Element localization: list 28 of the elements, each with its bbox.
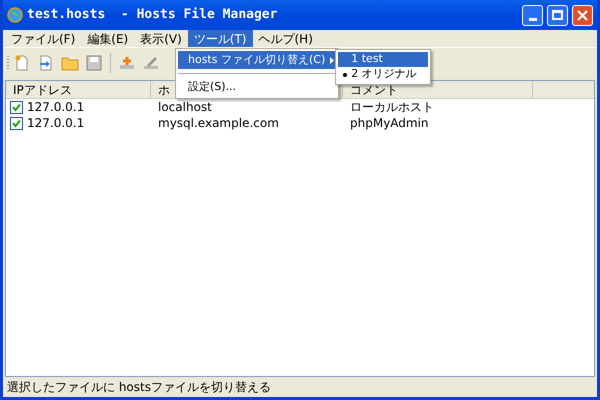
menu-item[interactable]: ヘルプ(H) — [252, 30, 319, 47]
minimize-button[interactable] — [522, 4, 543, 26]
row-checkbox[interactable] — [10, 100, 23, 114]
row-checkbox[interactable] — [10, 116, 23, 130]
menu-entry[interactable]: hosts ファイル切り替え(C) — [178, 51, 336, 69]
save-icon[interactable] — [85, 54, 103, 72]
submenu-entry[interactable]: 1 test — [338, 52, 428, 67]
table-cell-text: mysql.example.com — [157, 115, 280, 132]
menu-item[interactable]: ファイル(F) — [5, 30, 82, 47]
menu-item[interactable]: ツール(T) — [188, 30, 252, 47]
menu-item[interactable]: 表示(V) — [134, 30, 188, 47]
window-title: test.hosts - Hosts File Manager — [27, 6, 278, 24]
column-header[interactable]: IPアドレス — [6, 81, 151, 98]
status-text: 選択したファイルに hostsファイルを切り替える — [7, 379, 271, 396]
menu-entry[interactable]: 設定(S)... — [178, 78, 336, 96]
menu-item[interactable]: 編集(E) — [81, 30, 134, 47]
table-cell-text: phpMyAdmin — [349, 115, 430, 132]
table-cell-text: ローカルホスト — [349, 99, 435, 116]
pencil-icon[interactable] — [142, 54, 160, 72]
table-cell-text: 127.0.0.1 — [27, 99, 84, 116]
submenu-entry[interactable]: 2 オリジナル — [338, 67, 428, 82]
globe-icon — [7, 7, 23, 23]
table-cell-text: 127.0.0.1 — [27, 115, 84, 132]
close-icon — [577, 10, 588, 20]
maximize-button[interactable] — [547, 4, 568, 26]
add-row-icon[interactable] — [118, 54, 136, 72]
table-cell-text: localhost — [157, 99, 213, 116]
close-button[interactable] — [572, 4, 593, 26]
